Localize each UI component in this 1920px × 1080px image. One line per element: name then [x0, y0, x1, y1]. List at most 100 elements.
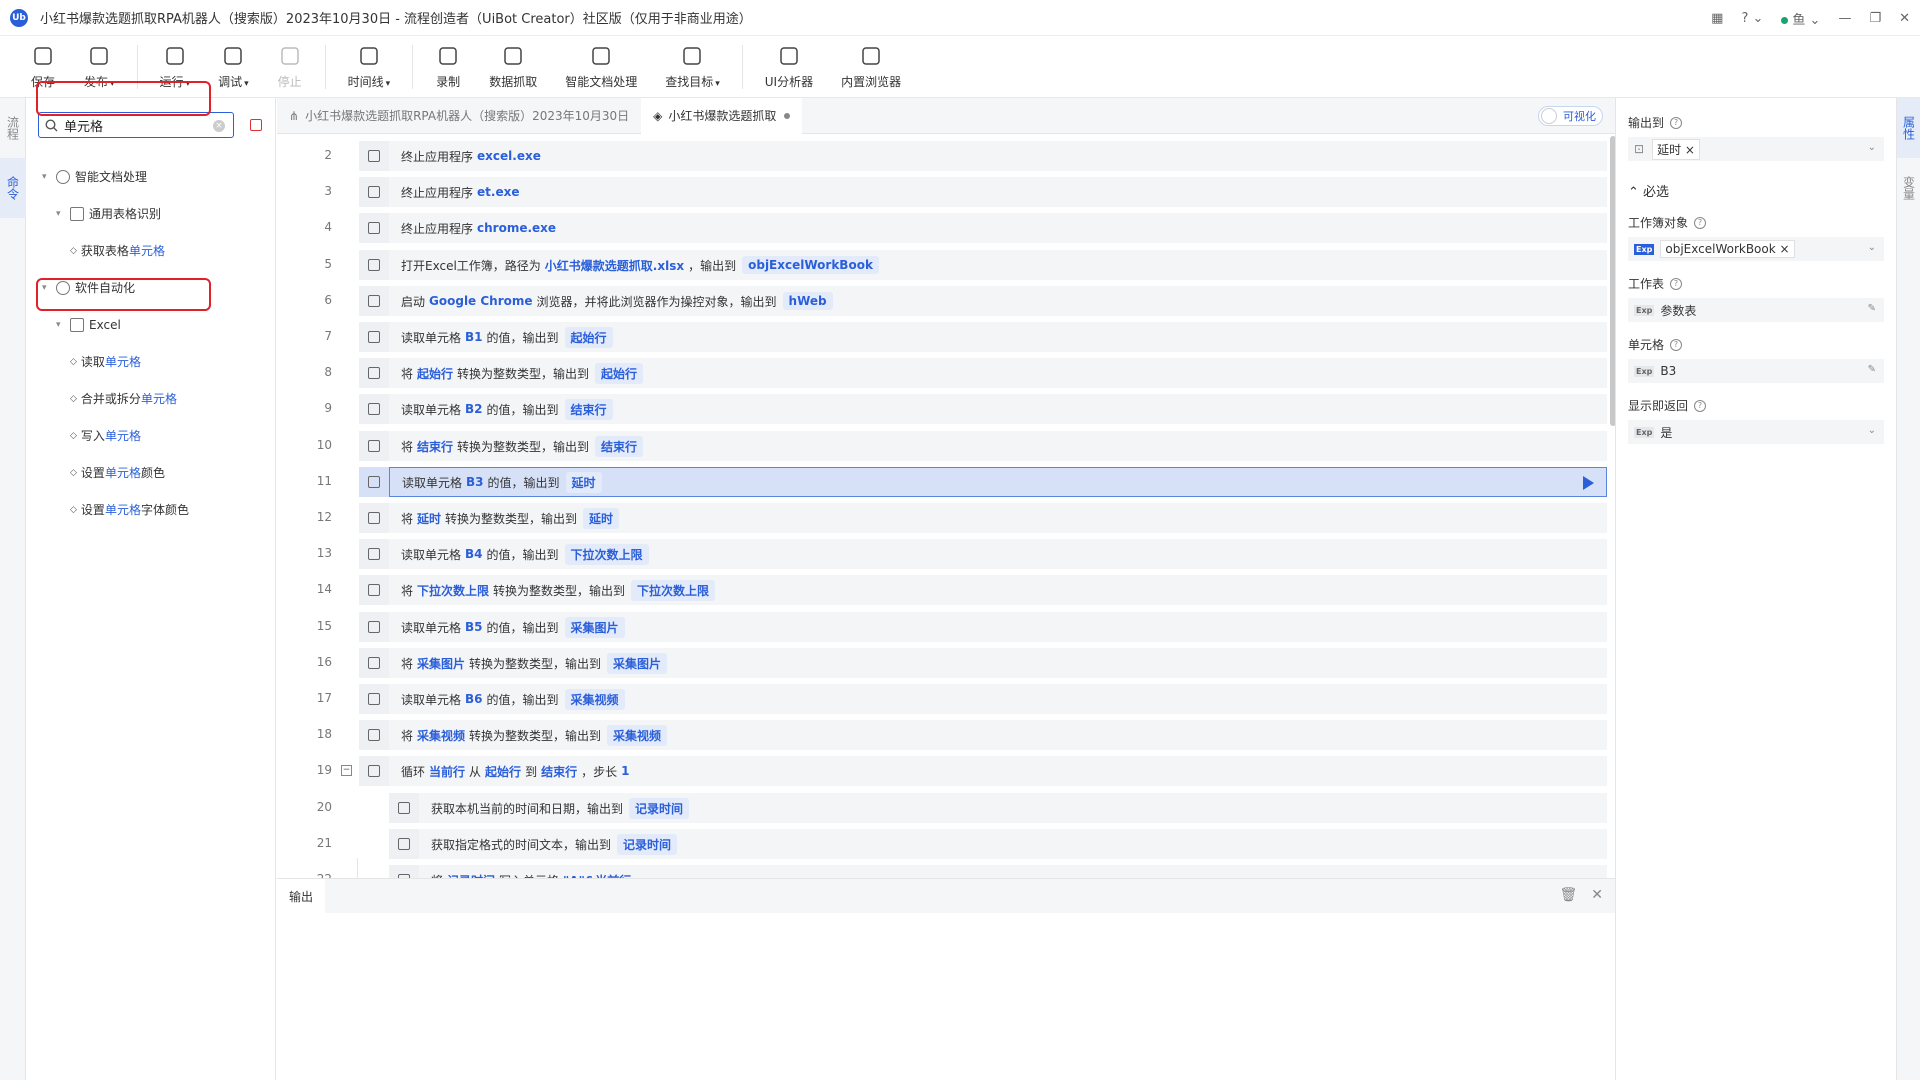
expand-arrow-icon[interactable]: ▾	[56, 209, 70, 219]
chevron-down-icon[interactable]: ⌄	[1868, 142, 1876, 153]
rail-tab-commands[interactable]: 命令	[0, 158, 26, 218]
variable-icon: ⊡	[1634, 142, 1645, 156]
rail-tab-variables[interactable]: 变量	[1897, 158, 1920, 218]
toolbar-ai-doc-button[interactable]: 智能文档处理	[565, 43, 637, 90]
visualize-label: 可视化	[1563, 110, 1596, 123]
tree-group[interactable]: ▾ Excel	[26, 306, 276, 343]
code-row[interactable]: 15 读取单元格 B5 的值，输出到 采集图片	[277, 609, 1607, 645]
exp-mode-icon[interactable]: Exp	[1634, 426, 1655, 438]
edit-icon[interactable]: ✎	[1868, 303, 1876, 314]
code-row[interactable]: 5 打开Excel工作簿，路径为 小红书爆款选题抓取.xlsx ，输出到 objExce…	[277, 247, 1607, 283]
code-row[interactable]: 21 获取指定格式的时间文本，输出到 记录时间	[277, 826, 1607, 862]
tab-main-flow[interactable]: ⋔ 小红书爆款选题抓取RPA机器人（搜索版）2023年10月30日	[277, 98, 641, 134]
code-row[interactable]: 2 终止应用程序 excel.exe	[277, 138, 1607, 174]
toolbar-clock-button[interactable]: 时间线 ▾	[348, 43, 390, 90]
tree-group[interactable]: ▾ 通用表格识别	[26, 195, 276, 232]
toolbar-data-scrape-button[interactable]: 数据抓取	[489, 43, 537, 90]
toolbar-label: 数据抓取	[489, 75, 538, 89]
output-tab[interactable]: 输出	[277, 879, 326, 913]
help-icon[interactable]: ?	[1694, 216, 1707, 229]
trash-icon[interactable]: 🗑	[1559, 887, 1577, 903]
unsaved-dot-icon	[784, 112, 791, 119]
code-row[interactable]: 12 将延时 转换为整数类型，输出到 延时	[277, 500, 1607, 536]
help-icon[interactable]: ? ⌄	[1741, 11, 1763, 26]
tree-command[interactable]: ◇ 设置 单元格 字体颜色	[26, 491, 276, 528]
clear-search-icon[interactable]: ×	[213, 120, 225, 132]
code-row[interactable]: 22将记录时间写入单元格"A"&当前行	[277, 862, 1607, 878]
command-icon	[389, 793, 419, 823]
expand-arrow-icon[interactable]: ▾	[56, 320, 70, 330]
tree-command[interactable]: ◇ 写入 单元格	[26, 417, 276, 454]
exp-mode-icon[interactable]: Exp	[1634, 365, 1655, 377]
toolbar-debug-button[interactable]: 调试 ▾	[218, 43, 249, 90]
collapse-icon[interactable]: −	[341, 765, 352, 776]
help-icon[interactable]: ?	[1670, 116, 1683, 129]
run-line-icon[interactable]	[1583, 476, 1594, 490]
help-icon[interactable]: ?	[1670, 277, 1683, 290]
toolbar-stop-button[interactable]: 停止	[277, 43, 303, 90]
command-search-input[interactable]	[64, 117, 194, 133]
code-row[interactable]: 10 将结束行 转换为整数类型，输出到 结束行	[277, 428, 1607, 464]
code-row[interactable]: 13 读取单元格 B4 的值，输出到 下拉次数上限	[277, 536, 1607, 572]
prop-sheet-field[interactable]: Exp 参数表 ✎	[1628, 298, 1884, 322]
code-row[interactable]: 16 将采集图片 转换为整数类型，输出到 采集图片	[277, 645, 1607, 681]
tree-label-part: 字体颜色	[140, 503, 189, 517]
prop-workbook-field[interactable]: Exp objExcelWorkBook × ⌄	[1628, 237, 1884, 261]
restore-button[interactable]: ❐	[1869, 11, 1881, 26]
rail-tab-flow[interactable]: 流程	[0, 98, 26, 158]
close-button[interactable]: ✕	[1899, 11, 1910, 26]
user-menu[interactable]: 鱼 ⌄	[1781, 9, 1820, 28]
minimize-button[interactable]: —	[1838, 11, 1851, 26]
panel-toggle-icon[interactable]	[250, 119, 262, 131]
browser-icon	[858, 43, 884, 69]
expand-arrow-icon[interactable]: ▾	[42, 172, 56, 182]
prop-output-to-field[interactable]: ⊡ 延时 × ⌄	[1628, 137, 1884, 161]
tree-group[interactable]: ▾ 智能文档处理	[26, 158, 276, 195]
prop-cell-field[interactable]: Exp B3 ✎	[1628, 359, 1884, 383]
debug-icon	[220, 43, 246, 69]
exp-mode-icon[interactable]: Exp	[1634, 243, 1655, 255]
help-icon[interactable]: ?	[1670, 338, 1683, 351]
code-row[interactable]: 20 获取本机当前的时间和日期，输出到 记录时间	[277, 790, 1607, 826]
code-row[interactable]: 19− 循环 当前行从起始行到结束行 ，步长 1	[277, 753, 1607, 789]
rail-tab-properties[interactable]: 属性	[1897, 98, 1920, 158]
command-text-part: ，步长	[581, 764, 618, 779]
command-param: 结束行	[541, 764, 578, 779]
code-row[interactable]: 17 读取单元格 B6 的值，输出到 采集视频	[277, 681, 1607, 717]
tree-command[interactable]: ◇ 获取表格 单元格	[26, 232, 276, 269]
code-row[interactable]: 8 将起始行 转换为整数类型，输出到 起始行	[277, 355, 1607, 391]
toolbar-find-target-button[interactable]: 查找目标 ▾	[665, 43, 720, 90]
command-param: 起始行	[417, 366, 454, 381]
code-row[interactable]: 9 读取单元格 B2 的值，输出到 结束行	[277, 391, 1607, 427]
code-row[interactable]: 3 终止应用程序 et.exe	[277, 174, 1607, 210]
code-row[interactable]: 4 终止应用程序 chrome.exe	[277, 210, 1607, 246]
code-row[interactable]: 18 将采集视频 转换为整数类型，输出到 采集视频	[277, 717, 1607, 753]
visualize-toggle[interactable]: 可视化	[1538, 106, 1603, 126]
edit-icon[interactable]: ✎	[1868, 364, 1876, 375]
tree-command[interactable]: ◇ 读取 单元格	[26, 343, 276, 380]
command-text-part: 获取指定格式的时间文本，输出到	[431, 837, 612, 852]
code-row[interactable]: 6 启动 Google Chrome 浏览器，并将此浏览器作为操控对象，输出到 hWeb	[277, 283, 1607, 319]
toolbar-record-button[interactable]: 录制	[435, 43, 461, 90]
apps-grid-icon[interactable]: ▦	[1711, 11, 1723, 26]
tree-command[interactable]: ◇ 设置 单元格 颜色	[26, 454, 276, 491]
exp-mode-icon[interactable]: Exp	[1634, 304, 1655, 316]
close-icon[interactable]: ✕	[1591, 887, 1603, 903]
output-variable-tag: 延时	[583, 507, 620, 529]
tab-subflow[interactable]: ◈ 小红书爆款选题抓取	[641, 97, 803, 134]
command-text-part: 的值，输出到	[486, 692, 559, 707]
required-section[interactable]: ⌃ 必选	[1628, 181, 1884, 200]
toolbar-browser-button[interactable]: 内置浏览器	[841, 43, 901, 90]
tree-command[interactable]: ◇ 合并或拆分 单元格	[26, 380, 276, 417]
toolbar-ui-analyzer-button[interactable]: UI分析器	[765, 43, 813, 90]
code-row[interactable]: 14 将下拉次数上限 转换为整数类型，输出到 下拉次数上限	[277, 572, 1607, 608]
prop-display-field[interactable]: Exp 是 ⌄	[1628, 420, 1884, 444]
chevron-down-icon[interactable]: ⌄	[1868, 425, 1876, 436]
help-icon[interactable]: ?	[1694, 399, 1707, 412]
line-number: 11	[316, 474, 332, 488]
code-row[interactable]: 7 读取单元格 B1 的值，输出到 起始行	[277, 319, 1607, 355]
chevron-down-icon[interactable]: ⌄	[1868, 242, 1876, 253]
output-variable-tag: 记录时间	[617, 833, 678, 855]
command-text: 读取单元格 B5 的值，输出到 采集图片	[389, 612, 1607, 642]
code-row[interactable]: 11 读取单元格 B3 的值，输出到 延时	[277, 464, 1607, 500]
